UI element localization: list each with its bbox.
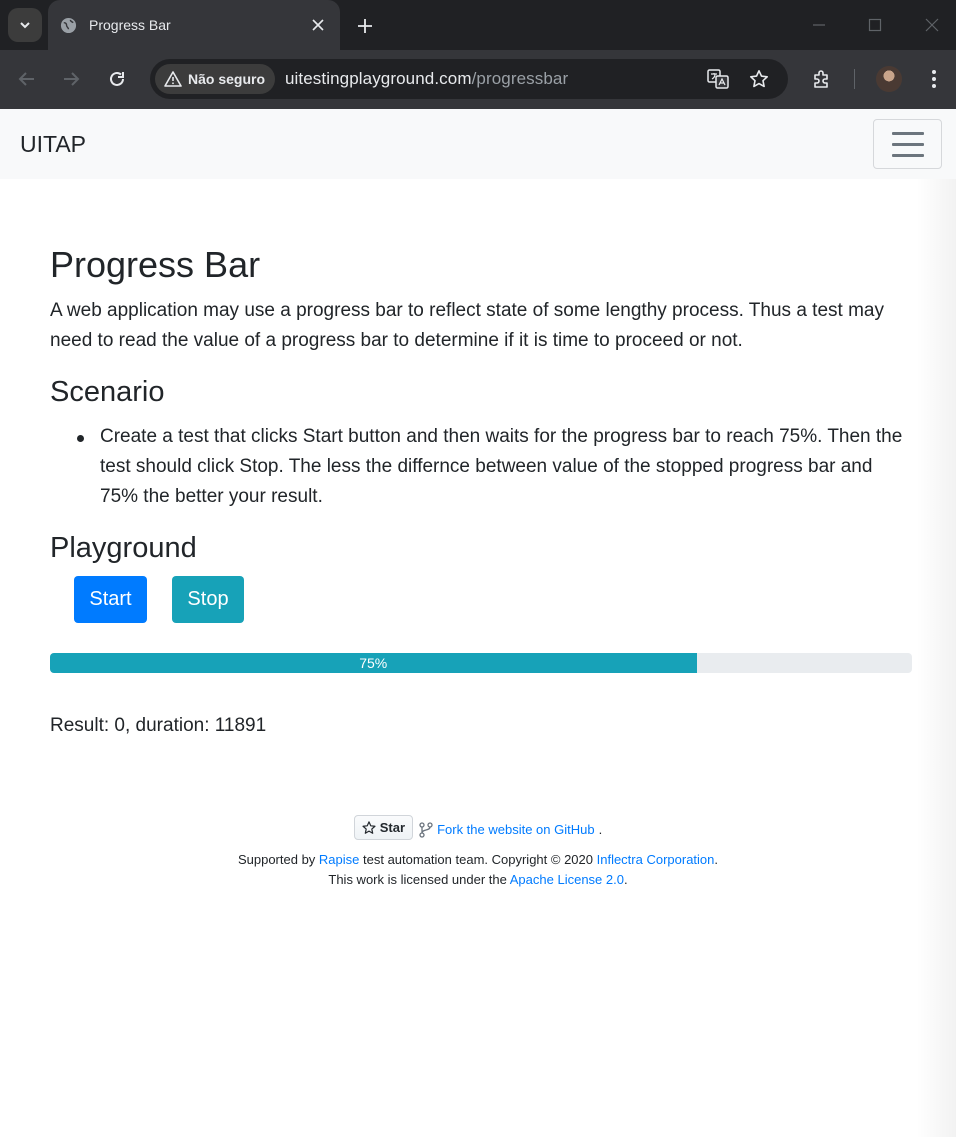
license-suffix: . [623, 872, 628, 887]
github-row: Star Fork the website on GitHub. [0, 815, 956, 840]
browser-chrome: Progress Bar Não seguro uitestingplaygro… [0, 0, 956, 109]
maximize-icon [868, 18, 882, 32]
more-vertical-icon [932, 70, 936, 88]
star-icon [362, 820, 376, 834]
fork-icon [419, 821, 433, 838]
puzzle-icon [814, 70, 828, 88]
tab-strip: Progress Bar [0, 0, 956, 50]
navbar-toggler-button[interactable] [873, 119, 942, 169]
scenario-item: Create a test that clicks Start button a… [50, 422, 912, 512]
scenario-heading: Scenario [50, 376, 165, 408]
fork-link[interactable]: Fork the website on GitHub [437, 822, 595, 837]
tab-close-button[interactable] [308, 15, 328, 35]
license-link[interactable]: Apache License 2.0 [510, 872, 624, 887]
supported-middle: test automation team. Copyright © 2020 [359, 852, 597, 867]
globe-icon [60, 17, 77, 34]
reload-button[interactable] [104, 66, 130, 92]
scenario-list: Create a test that clicks Start button a… [50, 422, 912, 512]
tab-search-button[interactable] [8, 8, 42, 42]
profile-avatar[interactable] [876, 66, 902, 92]
address-bar[interactable]: Não seguro uitestingplayground.com/progr… [150, 59, 788, 99]
start-button[interactable]: Start [74, 576, 147, 623]
result-text: Result: 0, duration: 11891 [50, 715, 267, 736]
browser-toolbar: Não seguro uitestingplayground.com/progr… [0, 50, 956, 109]
supported-prefix: Supported by [237, 852, 319, 867]
security-label: Não seguro [188, 71, 266, 87]
fork-suffix: . [598, 822, 603, 837]
extensions-button[interactable] [809, 66, 835, 92]
hamburger-line [891, 131, 924, 135]
minimize-icon [813, 24, 825, 26]
page-title: Progress Bar [50, 244, 261, 285]
close-icon [925, 18, 939, 32]
maximize-button[interactable] [864, 14, 886, 36]
star-label: Star [379, 820, 406, 835]
star-icon [750, 70, 768, 88]
inflectra-link[interactable]: Inflectra Corporation [597, 852, 715, 867]
hamburger-line [891, 142, 924, 146]
reload-icon [110, 71, 124, 86]
progress-label: 75% [359, 655, 388, 671]
close-icon [312, 19, 324, 31]
site-navbar: UITAP [0, 109, 956, 179]
menu-button[interactable] [921, 66, 947, 92]
progress-bar-track: 75% [50, 653, 912, 673]
supported-line: Supported by Rapise test automation team… [0, 850, 956, 870]
toolbar-divider [854, 69, 855, 89]
security-chip[interactable]: Não seguro [155, 64, 275, 94]
url-path: /progressbar [471, 69, 569, 88]
plus-icon [358, 19, 372, 33]
new-tab-button[interactable] [352, 13, 378, 39]
stop-button[interactable]: Stop [172, 576, 244, 623]
chevron-down-icon [20, 22, 30, 29]
forward-button[interactable] [58, 66, 84, 92]
license-line: This work is licensed under the Apache L… [0, 870, 956, 890]
hamburger-line [891, 153, 924, 157]
translate-button[interactable] [707, 68, 729, 90]
progress-bar-fill: 75% [50, 653, 697, 673]
footer: Star Fork the website on GitHub. Support… [0, 815, 956, 890]
playground-heading: Playground [50, 532, 197, 564]
supported-suffix: . [714, 852, 719, 867]
minimize-button[interactable] [808, 14, 830, 36]
url-text[interactable]: uitestingplayground.com/progressbar [285, 69, 568, 89]
window-close-button[interactable] [921, 14, 943, 36]
github-star-button[interactable]: Star [353, 815, 414, 840]
license-prefix: This work is licensed under the [328, 872, 510, 887]
url-host: uitestingplayground.com [285, 69, 472, 88]
warning-icon [164, 71, 182, 87]
tab-progress-bar[interactable]: Progress Bar [48, 0, 340, 50]
tab-title: Progress Bar [89, 17, 171, 33]
fork-row: Fork the website on GitHub. [419, 821, 603, 838]
intro-paragraph: A web application may use a progress bar… [50, 300, 884, 351]
rapise-link[interactable]: Rapise [319, 852, 359, 867]
arrow-left-icon [18, 72, 34, 86]
bookmark-star-button[interactable] [748, 68, 770, 90]
translate-icon [707, 69, 729, 89]
scroll-shadow [916, 179, 956, 1137]
navbar-brand[interactable]: UITAP [20, 131, 86, 158]
back-button[interactable] [14, 66, 40, 92]
arrow-right-icon [64, 72, 80, 86]
